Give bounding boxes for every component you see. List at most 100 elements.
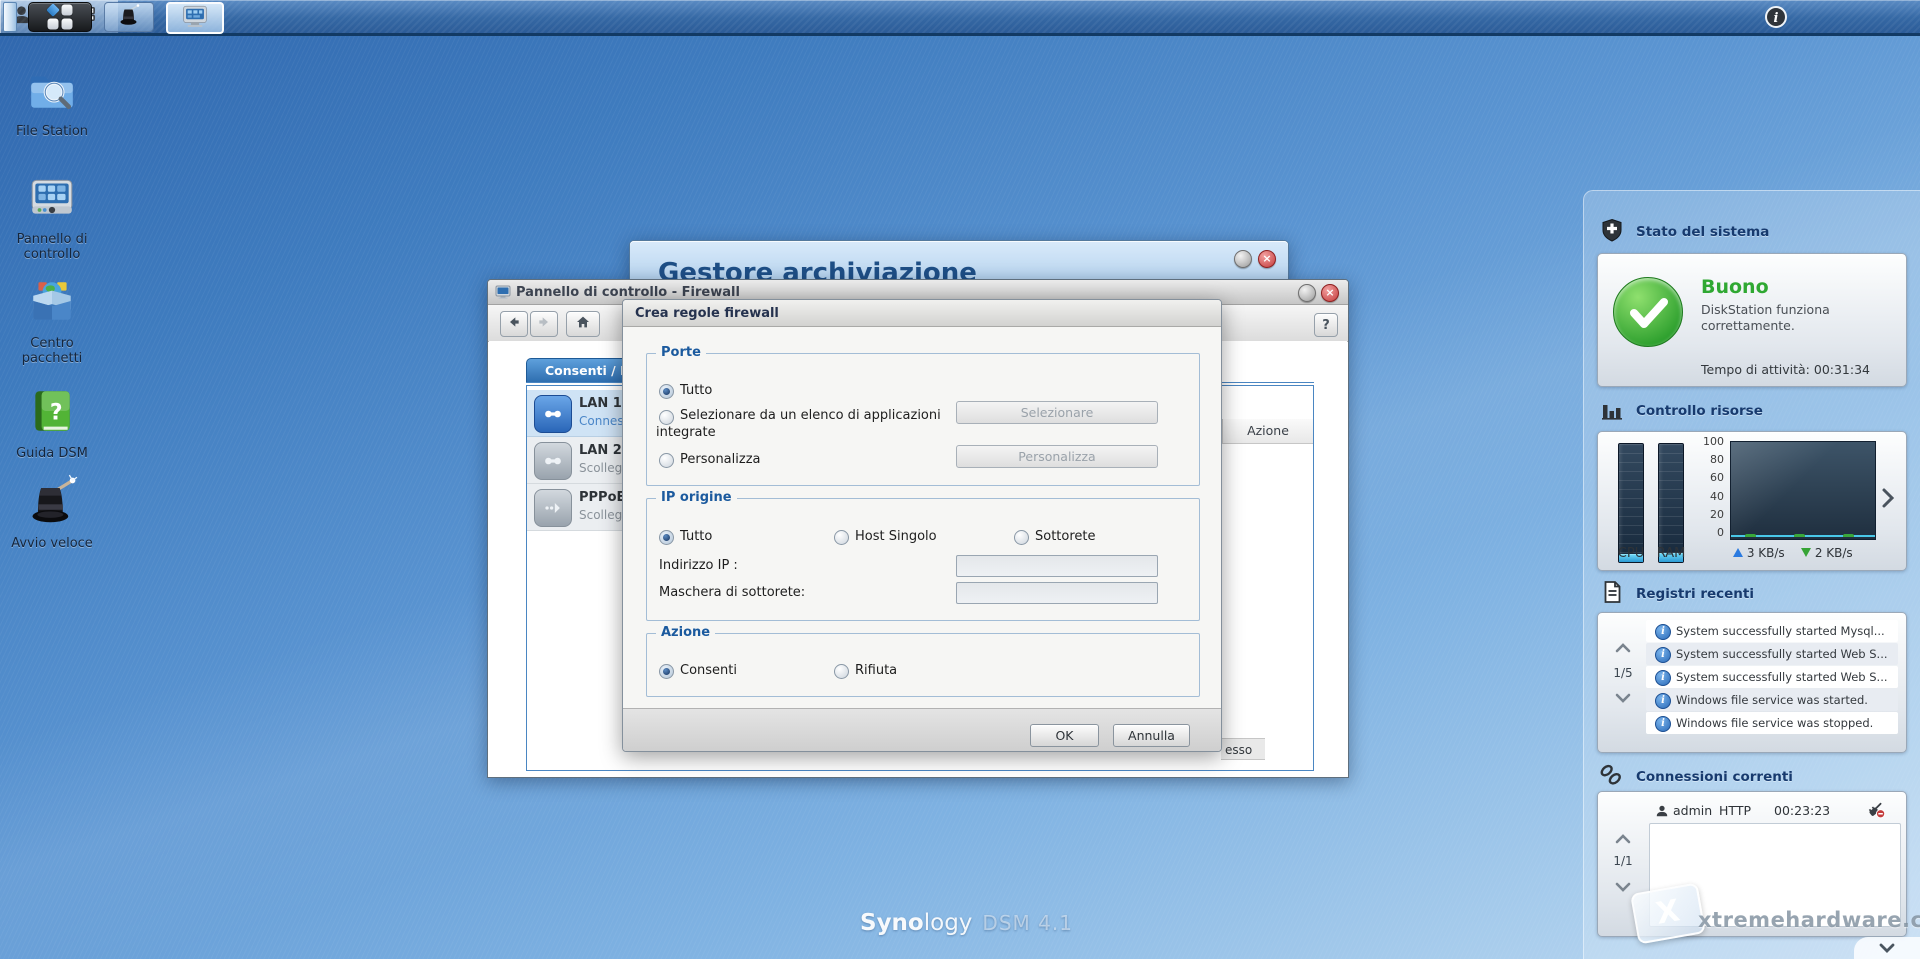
- ok-button[interactable]: OK: [1030, 724, 1099, 747]
- widget-title: Stato del sistema: [1636, 224, 1770, 240]
- forward-button[interactable]: [530, 311, 558, 337]
- radio-porte-tutto[interactable]: [659, 384, 674, 399]
- home-button[interactable]: [566, 311, 600, 337]
- widget-title: Connessioni correnti: [1636, 769, 1793, 785]
- monitor-icon: [495, 284, 511, 304]
- svg-text:i: i: [1774, 11, 1779, 26]
- firewall-window-title: Pannello di controllo - Firewall: [516, 285, 740, 300]
- personalizza-button[interactable]: Personalizza: [956, 445, 1158, 468]
- upload-arrow-icon: [1733, 548, 1743, 557]
- log-row[interactable]: i Windows file service was started.: [1646, 689, 1898, 711]
- desktop-icon-quick-start[interactable]: Avvio veloce: [0, 474, 104, 551]
- system-status-card: Buono DiskStation funziona correttamente…: [1597, 253, 1907, 387]
- status-ok-icon: [1613, 277, 1683, 347]
- radio-ip-tutto[interactable]: [659, 530, 674, 545]
- desktop-icon-label: Guida DSM: [16, 446, 88, 461]
- widget-title: Controllo risorse: [1636, 403, 1763, 419]
- shield-icon: [1600, 218, 1624, 246]
- ip-address-input[interactable]: [956, 555, 1158, 577]
- radio-ip-sottorete[interactable]: [1014, 530, 1029, 545]
- subnet-mask-input[interactable]: [956, 582, 1158, 604]
- column-header-azione[interactable]: Azione: [1222, 419, 1313, 443]
- upload-rate: 3 KB/s: [1733, 546, 1785, 560]
- folder-search-icon: [0, 64, 104, 118]
- back-button[interactable]: [500, 311, 528, 337]
- log-row[interactable]: i System successfully started Web S...: [1646, 643, 1898, 665]
- desktop-icon-package-center[interactable]: Centro pacchetti: [0, 276, 104, 366]
- close-icon[interactable]: ×: [1321, 284, 1339, 302]
- radio-azione-consenti[interactable]: [659, 664, 674, 679]
- ip-address-label: Indirizzo IP :: [659, 558, 738, 573]
- connections-page-up-icon[interactable]: [1614, 830, 1632, 844]
- cpu-label: CPU: [1617, 546, 1645, 561]
- desktop-icon-dsm-help[interactable]: ? Guida DSM: [0, 386, 104, 461]
- minimize-icon[interactable]: [1234, 250, 1252, 268]
- connection-user: admin: [1673, 803, 1713, 818]
- resource-more-chevron[interactable]: [1880, 486, 1896, 514]
- synology-logo-light: logy: [923, 910, 973, 936]
- log-document-icon: [1600, 580, 1624, 608]
- chart-bars-icon: [1600, 397, 1624, 425]
- dialog-title: Crea regole firewall: [635, 306, 779, 321]
- cancel-button[interactable]: Annulla: [1113, 724, 1190, 747]
- connection-time: 00:23:23: [1774, 803, 1831, 818]
- desktop-icon-label: File Station: [15, 124, 89, 139]
- system-state: Buono: [1701, 276, 1769, 298]
- dialog-titlebar[interactable]: Crea regole firewall: [623, 300, 1221, 327]
- help-button[interactable]: ?: [1314, 313, 1338, 337]
- recent-logs-header: Registri recenti: [1600, 580, 1754, 608]
- dsm-desktop: i File Station Pannello di controllo Cen…: [0, 0, 1920, 959]
- clipped-status-text: esso: [1221, 738, 1265, 760]
- info-circle-icon: i: [1655, 647, 1671, 663]
- info-circle-icon: i: [1655, 693, 1671, 709]
- log-row[interactable]: i System successfully started Mysql...: [1646, 620, 1898, 642]
- dsm-version: DSM 4.1: [982, 911, 1073, 935]
- disconnect-icon[interactable]: [1866, 800, 1886, 824]
- radio-azione-rifiuta[interactable]: [834, 664, 849, 679]
- main-menu-button[interactable]: [28, 2, 92, 32]
- control-panel-task-button[interactable]: [166, 2, 224, 34]
- selezionare-button[interactable]: Selezionare: [956, 401, 1158, 424]
- user-silhouette-icon: [1655, 803, 1669, 822]
- uptime-text: Tempo di attività: 00:31:34: [1701, 362, 1871, 377]
- logs-page-up-icon[interactable]: [1614, 639, 1632, 653]
- minimize-icon[interactable]: [1298, 284, 1316, 302]
- connection-protocol: HTTP: [1719, 803, 1751, 818]
- system-status-header: Stato del sistema: [1600, 218, 1769, 246]
- desktop-icon-file-station[interactable]: File Station: [0, 64, 104, 139]
- info-icon[interactable]: i: [1764, 5, 1788, 29]
- log-row[interactable]: i System successfully started Web S...: [1646, 666, 1898, 688]
- lan-icon: [534, 395, 572, 433]
- widget-title: Registri recenti: [1636, 586, 1754, 602]
- info-circle-icon: i: [1655, 716, 1671, 732]
- logs-page-down-icon[interactable]: [1614, 689, 1632, 703]
- taskbar: i: [0, 0, 1920, 36]
- pppoe-icon: [534, 489, 572, 527]
- sidebar-scroll-tab[interactable]: [1854, 937, 1920, 959]
- fieldset-legend: IP origine: [656, 490, 737, 505]
- lan-icon: [534, 442, 572, 480]
- subnet-mask-label: Maschera di sottorete:: [659, 585, 806, 600]
- fieldset-legend: Azione: [656, 625, 716, 640]
- quick-launch-task-button[interactable]: [104, 2, 154, 32]
- synology-logo-bold: Syno: [860, 910, 924, 936]
- help-book-icon: ?: [0, 386, 104, 440]
- collapse-taskbar-handle[interactable]: [3, 2, 17, 32]
- radio-porte-elenco[interactable]: [659, 410, 674, 425]
- svg-text:?: ?: [50, 400, 63, 425]
- network-chart-axis: 100 80 60 40 20 0: [1703, 435, 1724, 539]
- log-row[interactable]: i Windows file service was stopped.: [1646, 712, 1898, 734]
- package-box-icon: [0, 276, 104, 330]
- watermark-text: xtremehardware.com: [1698, 908, 1920, 932]
- chain-link-icon: [1598, 762, 1624, 792]
- close-icon[interactable]: ×: [1258, 250, 1276, 268]
- cpu-meter: [1618, 443, 1644, 563]
- tab-consenti-nega[interactable]: Consenti / N: [526, 358, 636, 382]
- radio-ip-host-singolo[interactable]: [834, 530, 849, 545]
- ram-meter: [1658, 443, 1684, 563]
- main-menu-icon: [46, 3, 73, 30]
- fieldset-legend: Porte: [656, 345, 706, 360]
- desktop-icon-control-panel[interactable]: Pannello di controllo: [0, 172, 104, 262]
- radio-porte-personalizza[interactable]: [659, 453, 674, 468]
- connections-page-down-icon[interactable]: [1614, 878, 1632, 892]
